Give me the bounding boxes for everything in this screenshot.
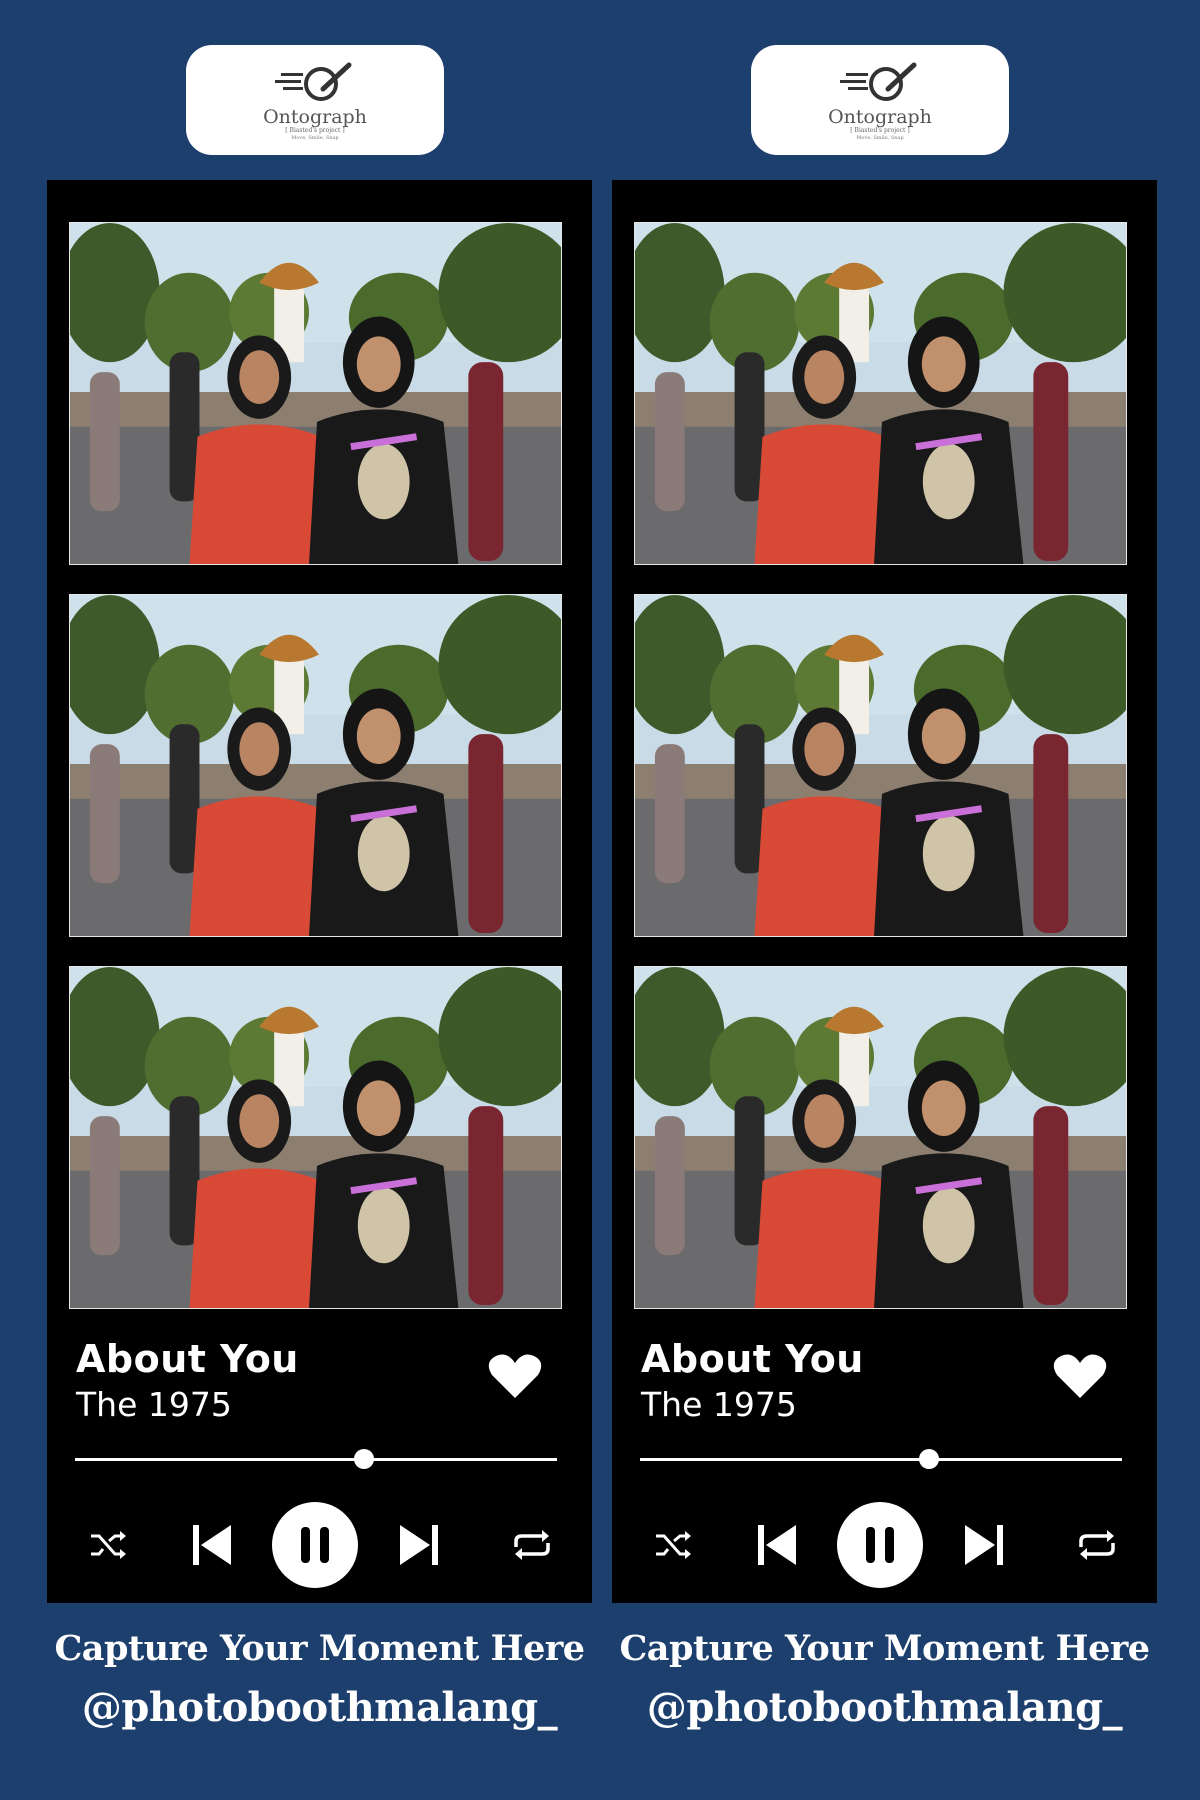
pause-button[interactable]	[837, 1502, 923, 1588]
logo-tagline: [ Biasted's project ]	[285, 126, 345, 134]
logo-card: Ontograph [ Biasted's project ] Move, Sm…	[186, 45, 444, 155]
song-artist: The 1975	[76, 1385, 232, 1424]
logo-motto: Move, Smile, Snap	[291, 134, 339, 141]
photo-3	[634, 966, 1127, 1309]
photo-1	[634, 222, 1127, 565]
heart-icon[interactable]	[1053, 1352, 1107, 1400]
song-artist: The 1975	[641, 1385, 797, 1424]
shuffle-icon[interactable]	[89, 1528, 129, 1562]
logo-card: Ontograph [ Biasted's project ] Move, Sm…	[751, 45, 1009, 155]
logo-motto: Move, Smile, Snap	[856, 134, 904, 141]
progress-bar[interactable]	[75, 1458, 557, 1461]
shuffle-icon[interactable]	[654, 1528, 694, 1562]
skip-forward-icon[interactable]	[963, 1522, 1005, 1568]
repeat-icon[interactable]	[510, 1527, 554, 1563]
ontograph-logo-icon	[840, 62, 917, 101]
song-title: About You	[76, 1337, 299, 1381]
repeat-icon[interactable]	[1075, 1527, 1119, 1563]
pause-icon	[866, 1527, 894, 1563]
skip-forward-icon[interactable]	[398, 1522, 440, 1568]
progress-knob[interactable]	[919, 1449, 940, 1469]
skip-back-icon[interactable]	[191, 1522, 233, 1568]
music-player-card: About You The 1975	[612, 180, 1157, 1603]
photo-strip-left: Ontograph [ Biasted's project ] Move, Sm…	[47, 0, 592, 1800]
logo-name: Ontograph	[828, 105, 932, 128]
logo-name: Ontograph	[263, 105, 367, 128]
caption-handle: @photoboothmalang_	[646, 1684, 1123, 1731]
caption-line1: Capture Your Moment Here	[54, 1628, 585, 1669]
logo-tagline: [ Biasted's project ]	[850, 126, 910, 134]
pause-button[interactable]	[272, 1502, 358, 1588]
ontograph-logo-icon	[275, 62, 352, 101]
heart-icon[interactable]	[488, 1352, 542, 1400]
photo-2	[634, 594, 1127, 937]
skip-back-icon[interactable]	[756, 1522, 798, 1568]
caption-line1: Capture Your Moment Here	[619, 1628, 1150, 1669]
photo-strip-right: Ontograph [ Biasted's project ] Move, Sm…	[612, 0, 1157, 1800]
photo-2	[69, 594, 562, 937]
song-title: About You	[641, 1337, 864, 1381]
pause-icon	[301, 1527, 329, 1563]
caption-handle: @photoboothmalang_	[81, 1684, 558, 1731]
photo-3	[69, 966, 562, 1309]
photo-1	[69, 222, 562, 565]
progress-knob[interactable]	[354, 1449, 375, 1469]
progress-bar[interactable]	[640, 1458, 1122, 1461]
music-player-card: About You The 1975	[47, 180, 592, 1603]
